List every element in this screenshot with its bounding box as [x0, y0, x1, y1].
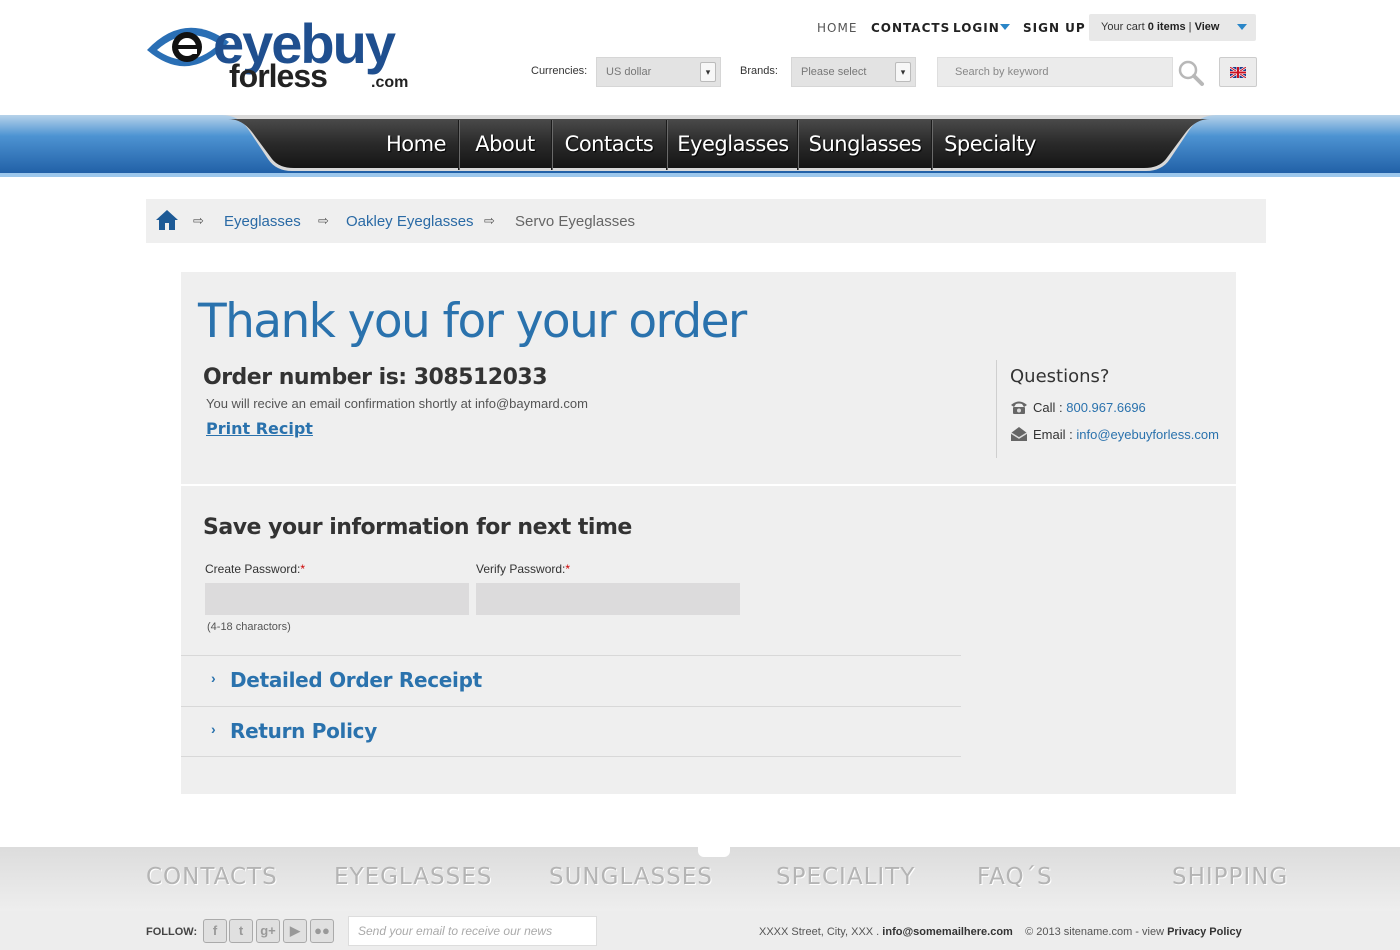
scroll-top-tab[interactable] — [698, 843, 730, 857]
currency-select[interactable]: US dollar ▾ — [596, 57, 721, 87]
top-nav-contacts[interactable]: CONTACTS — [871, 21, 950, 35]
footer-link-eyeglasses[interactable]: EYEGLASSES — [334, 864, 492, 890]
breadcrumb-arrow: ⇨ — [193, 213, 204, 228]
nav-eyeglasses[interactable]: Eyeglasses — [670, 120, 796, 172]
facebook-icon[interactable]: f — [203, 919, 227, 943]
verify-password-label-text: Verify Password: — [476, 562, 566, 576]
nav-divider — [931, 120, 933, 170]
cart-prefix: Your cart — [1101, 21, 1145, 33]
newsletter-email-input[interactable]: Send your email to receive our news — [348, 916, 597, 946]
cart-widget[interactable]: Your cart 0 items | View — [1089, 14, 1256, 41]
accordion-detailed-order-receipt[interactable]: › Detailed Order Receipt — [181, 655, 961, 705]
create-password-label: Create Password:* — [205, 562, 305, 576]
nav-divider — [458, 120, 460, 170]
flickr-icon[interactable]: ●● — [310, 919, 334, 943]
breadcrumb-arrow: ⇨ — [318, 213, 329, 228]
cart-separator: | — [1188, 21, 1192, 33]
top-nav-home[interactable]: HOME — [817, 21, 857, 35]
nav-divider — [551, 120, 553, 170]
address-text: XXXX Street, City, XXX . — [759, 926, 880, 938]
google-plus-icon[interactable]: g+ — [256, 919, 280, 943]
accordion-label: Return Policy — [230, 719, 377, 743]
nav-divider — [797, 120, 799, 170]
top-nav-signup[interactable]: SIGN UP — [1023, 21, 1086, 35]
chevron-down-icon[interactable] — [1000, 24, 1010, 30]
footer-link-contacts[interactable]: CONTACTS — [146, 864, 278, 890]
follow-label: FOLLOW: — [146, 926, 198, 938]
newsletter-placeholder: Send your email to receive our news — [358, 924, 553, 938]
language-selector[interactable] — [1219, 57, 1257, 87]
search-input[interactable]: Search by keyword — [937, 57, 1173, 87]
nav-about[interactable]: About — [462, 120, 548, 172]
brands-label: Brands: — [740, 65, 778, 77]
breadcrumb-arrow: ⇨ — [484, 213, 495, 228]
questions-email: Email : info@eyebuyforless.com — [1010, 426, 1219, 442]
nav-home[interactable]: Home — [376, 120, 456, 172]
logo-domain: .com — [371, 74, 409, 91]
create-password-label-text: Create Password: — [205, 562, 301, 576]
accordion-label: Detailed Order Receipt — [230, 668, 482, 692]
email-address[interactable]: info@eyebuyforless.com — [1076, 427, 1219, 442]
panel-divider — [181, 484, 1236, 486]
questions-divider — [996, 360, 997, 458]
save-info-title: Save your information for next time — [203, 515, 632, 540]
nav-specialty[interactable]: Specialty — [935, 120, 1045, 172]
breadcrumb-oakley[interactable]: Oakley Eyeglasses — [346, 213, 474, 230]
required-mark: * — [565, 562, 571, 576]
footer-link-shipping[interactable]: SHIPPING — [1172, 864, 1288, 890]
nav-contacts[interactable]: Contacts — [555, 120, 663, 172]
confirmation-text: You will recive an email confirmation sh… — [206, 396, 588, 411]
breadcrumb-current: Servo Eyeglasses — [515, 213, 636, 230]
home-icon[interactable] — [155, 209, 179, 231]
password-hint: (4-18 charactors) — [207, 621, 291, 633]
currencies-label: Currencies: — [531, 65, 588, 77]
footer-link-sunglasses[interactable]: SUNGLASSES — [549, 864, 713, 890]
top-nav-login[interactable]: LOGIN — [953, 21, 1000, 35]
uk-flag-icon — [1230, 67, 1246, 78]
order-number: Order number is: 308512033 — [203, 365, 548, 390]
search-icon[interactable] — [1177, 59, 1205, 87]
chevron-right-icon: › — [211, 721, 216, 737]
brand-placeholder: Please select — [801, 66, 867, 78]
email-label: Email : — [1033, 427, 1073, 442]
youtube-icon[interactable]: ▶ — [283, 919, 307, 943]
breadcrumb-eyeglasses[interactable]: Eyeglasses — [224, 213, 301, 230]
brand-select[interactable]: Please select ▾ — [791, 57, 916, 87]
print-receipt-link[interactable]: Print Recipt — [206, 419, 313, 438]
footer-email[interactable]: info@somemailhere.com — [882, 926, 1013, 938]
questions-title: Questions? — [1010, 366, 1110, 387]
envelope-icon — [1010, 427, 1028, 441]
chevron-right-icon: › — [211, 670, 216, 686]
footer-link-speciality[interactable]: SPECIALITY — [776, 864, 915, 890]
questions-call: Call : 800.967.6696 — [1010, 399, 1146, 415]
chevron-down-icon[interactable] — [1237, 24, 1247, 30]
footer-address: XXXX Street, City, XXX . info@somemailhe… — [759, 926, 1242, 938]
chevron-down-icon[interactable]: ▾ — [895, 62, 911, 82]
page-title: Thank you for your order — [198, 294, 747, 349]
breadcrumb — [146, 199, 1266, 243]
verify-password-label: Verify Password:* — [476, 562, 570, 576]
accordion-return-policy[interactable]: › Return Policy — [181, 706, 961, 756]
call-number[interactable]: 800.967.6696 — [1066, 400, 1146, 415]
accordion-divider — [181, 756, 961, 757]
nav-divider — [666, 120, 668, 170]
required-mark: * — [300, 562, 306, 576]
cart-count: 0 items — [1147, 21, 1186, 33]
twitter-icon[interactable]: t — [229, 919, 253, 943]
cart-view-link[interactable]: View — [1195, 21, 1220, 33]
site-logo[interactable]: eyebuy forless .com — [145, 14, 435, 92]
nav-sunglasses[interactable]: Sunglasses — [801, 120, 929, 172]
verify-password-input[interactable] — [476, 583, 740, 615]
search-placeholder: Search by keyword — [955, 66, 1049, 78]
create-password-input[interactable] — [205, 583, 469, 615]
call-label: Call : — [1033, 400, 1063, 415]
chevron-down-icon[interactable]: ▾ — [700, 62, 716, 82]
currency-value: US dollar — [606, 66, 652, 78]
copyright-text: © 2013 sitename.com - view — [1025, 926, 1165, 938]
privacy-policy-link[interactable]: Privacy Policy — [1167, 926, 1242, 938]
logo-subwordmark: forless — [229, 58, 328, 94]
phone-icon — [1011, 401, 1027, 414]
footer-link-faqs[interactable]: FAQ´S — [977, 864, 1053, 890]
